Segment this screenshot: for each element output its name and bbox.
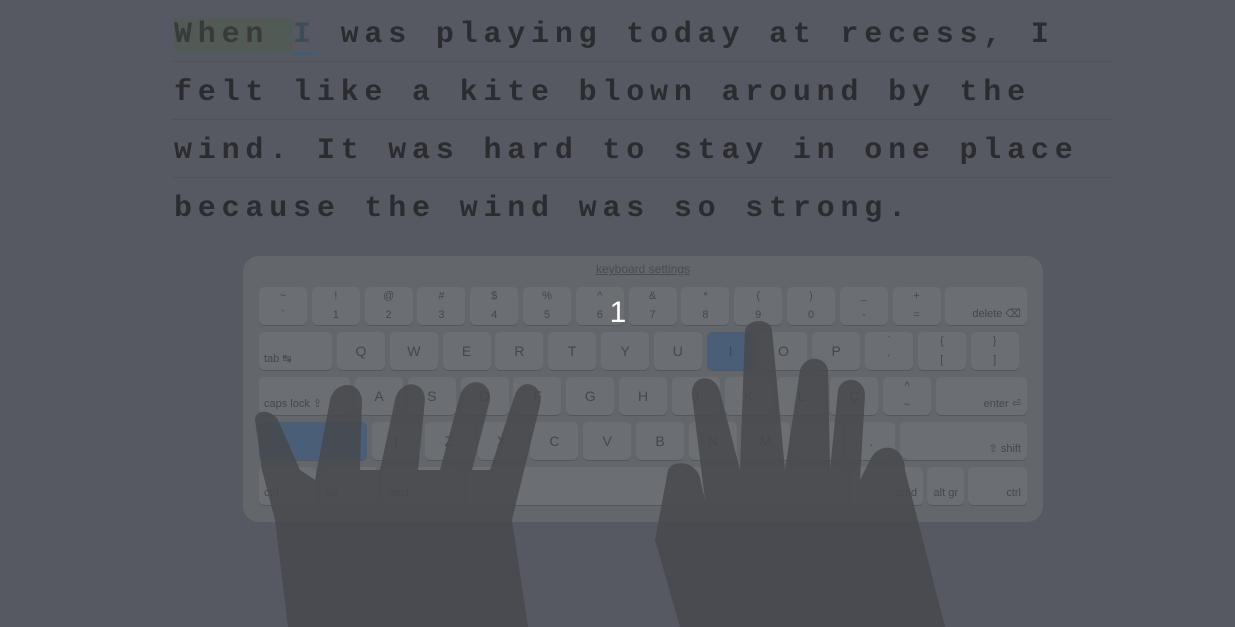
- countdown-number: 1: [609, 296, 627, 329]
